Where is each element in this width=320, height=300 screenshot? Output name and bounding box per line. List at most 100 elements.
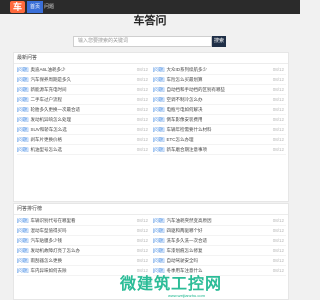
item-tag: [问题] bbox=[17, 147, 29, 152]
list-item[interactable]: [问题] 倒车影像安装费用 08/12 bbox=[153, 115, 286, 125]
list-item[interactable]: [问题] ETC怎么办理 08/12 bbox=[153, 135, 286, 145]
list-item[interactable]: [问题] 大众ID系列续航多少 08/12 bbox=[153, 65, 286, 75]
item-title[interactable]: 车内异味如何去除 bbox=[31, 268, 67, 273]
list-item[interactable]: [问题] 机油型号怎么选 08/12 bbox=[17, 145, 150, 155]
item-tag: [问题] bbox=[17, 238, 29, 243]
list-item[interactable]: [问题] 车辆年检需要什么材料 08/12 bbox=[153, 125, 286, 135]
item-tag: [问题] bbox=[17, 87, 29, 92]
list-item[interactable]: [问题] 汽车贴膜多少钱 08/12 bbox=[17, 236, 150, 246]
item-date: 08/12 bbox=[272, 218, 284, 223]
search-button[interactable]: 搜索 bbox=[212, 36, 226, 47]
item-title[interactable]: 汽车油耗突然变高原因 bbox=[167, 218, 212, 223]
search-input[interactable]: 输入您要搜索的关键词 bbox=[73, 36, 212, 47]
item-tag: [问题] bbox=[17, 77, 29, 82]
item-date: 08/12 bbox=[136, 228, 148, 233]
latest-right-column: [问题] 大众ID系列续航多少 08/12 [问题] 车险怎么买最划算 08/12 [问… bbox=[153, 65, 286, 155]
item-title[interactable]: 混动车型值得买吗 bbox=[31, 228, 67, 233]
item-title[interactable]: 发动机异响怎么处理 bbox=[31, 117, 72, 122]
nav-qa-link[interactable]: 问题 bbox=[44, 1, 54, 13]
item-title[interactable]: 雨刮器怎么更换 bbox=[31, 258, 63, 263]
item-title[interactable]: 刹车片更换价格 bbox=[31, 137, 63, 142]
item-title[interactable]: 奥迪A6L油耗多少 bbox=[31, 67, 66, 72]
list-item[interactable]: [问题] 发动机故障灯亮了怎么办 08/12 bbox=[17, 246, 150, 256]
item-title[interactable]: 车险怎么买最划算 bbox=[167, 77, 203, 82]
panel-title: 问答排行榜 bbox=[14, 204, 288, 215]
item-tag: [问题] bbox=[153, 77, 165, 82]
item-title[interactable]: 空调不制冷怎么办 bbox=[167, 97, 203, 102]
item-date: 08/12 bbox=[272, 137, 284, 142]
item-date: 08/12 bbox=[136, 107, 148, 112]
list-item[interactable]: [问题] 洗车多久洗一次合适 08/12 bbox=[153, 236, 286, 246]
latest-qa-panel: 最新问答 [问题] 奥迪A6L油耗多少 08/12 [问题] 汽车保养周期是多久 08/… bbox=[13, 52, 289, 202]
item-title[interactable]: 大众ID系列续航多少 bbox=[167, 67, 208, 72]
item-date: 08/12 bbox=[136, 147, 148, 152]
item-tag: [问题] bbox=[153, 107, 165, 112]
item-title[interactable]: ETC怎么办理 bbox=[167, 137, 194, 142]
item-title[interactable]: 汽车贴膜多少钱 bbox=[31, 238, 63, 243]
item-title[interactable]: 机油型号怎么选 bbox=[31, 147, 63, 152]
item-date: 08/12 bbox=[136, 127, 148, 132]
list-item[interactable]: [问题] 新能源车充电时间 08/12 bbox=[17, 85, 150, 95]
list-item[interactable]: [问题] 二手车过户流程 08/12 bbox=[17, 95, 150, 105]
item-tag: [问题] bbox=[17, 248, 29, 253]
list-item[interactable]: [问题] 奥迪A6L油耗多少 08/12 bbox=[17, 65, 150, 75]
item-date: 08/12 bbox=[136, 258, 148, 263]
list-item[interactable]: [问题] 刹车片更换价格 08/12 bbox=[17, 135, 150, 145]
item-title[interactable]: 四驱和两驱哪个好 bbox=[167, 228, 203, 233]
list-item[interactable]: [问题] 车险怎么买最划算 08/12 bbox=[153, 75, 286, 85]
item-date: 08/12 bbox=[272, 97, 284, 102]
item-tag: [问题] bbox=[17, 127, 29, 132]
item-title[interactable]: 洗车多久洗一次合适 bbox=[167, 238, 208, 243]
item-date: 08/12 bbox=[272, 248, 284, 253]
list-item[interactable]: [问题] 新车磨合期注意事项 08/12 bbox=[153, 145, 286, 155]
list-item[interactable]: [问题] 汽车油耗突然变高原因 08/12 bbox=[153, 216, 286, 226]
item-tag: [问题] bbox=[17, 97, 29, 102]
list-item[interactable]: [问题] 空调不制冷怎么办 08/12 bbox=[153, 95, 286, 105]
item-date: 08/12 bbox=[136, 238, 148, 243]
item-date: 08/12 bbox=[136, 97, 148, 102]
list-item[interactable]: [问题] 雨刮器怎么更换 08/12 bbox=[17, 256, 150, 266]
item-title[interactable]: 轮胎多久更换一次最合适 bbox=[31, 107, 81, 112]
item-title[interactable]: 倒车影像安装费用 bbox=[167, 117, 203, 122]
item-title[interactable]: 二手车过户流程 bbox=[31, 97, 63, 102]
item-title[interactable]: 车辆年检需要什么材料 bbox=[167, 127, 212, 132]
item-tag: [问题] bbox=[17, 218, 29, 223]
list-item[interactable]: [问题] 车漆划痕怎么修复 08/12 bbox=[153, 246, 286, 256]
item-tag: [问题] bbox=[153, 147, 165, 152]
list-item[interactable]: [问题] 电瓶亏电如何解决 08/12 bbox=[153, 105, 286, 115]
site-logo[interactable]: 车 bbox=[10, 1, 25, 13]
item-tag: [问题] bbox=[153, 218, 165, 223]
list-item[interactable]: [问题] 发动机异响怎么处理 08/12 bbox=[17, 115, 150, 125]
search-bar: 输入您要搜索的关键词 搜索 bbox=[73, 36, 226, 47]
item-title[interactable]: 电瓶亏电如何解决 bbox=[167, 107, 203, 112]
item-title[interactable]: 自动驾驶安全吗 bbox=[167, 258, 199, 263]
item-date: 08/12 bbox=[272, 258, 284, 263]
item-title[interactable]: 新车磨合期注意事项 bbox=[167, 147, 208, 152]
list-item[interactable]: [问题] 车辆识别代号在哪里看 08/12 bbox=[17, 216, 150, 226]
list-item[interactable]: [问题] 自动驾驶安全吗 08/12 bbox=[153, 256, 286, 266]
item-date: 08/12 bbox=[272, 228, 284, 233]
list-item[interactable]: [问题] 四驱和两驱哪个好 08/12 bbox=[153, 226, 286, 236]
item-title[interactable]: 自动挡和手动挡的区别有哪些 bbox=[167, 87, 226, 92]
item-title[interactable]: 车辆识别代号在哪里看 bbox=[31, 218, 76, 223]
item-tag: [问题] bbox=[153, 117, 165, 122]
item-date: 08/12 bbox=[272, 127, 284, 132]
nav-home-link[interactable]: 首页 bbox=[27, 1, 44, 13]
item-tag: [问题] bbox=[17, 117, 29, 122]
list-item[interactable]: [问题] 自动挡和手动挡的区别有哪些 08/12 bbox=[153, 85, 286, 95]
item-title[interactable]: 车漆划痕怎么修复 bbox=[167, 248, 203, 253]
item-title[interactable]: 新能源车充电时间 bbox=[31, 87, 67, 92]
item-date: 08/12 bbox=[136, 117, 148, 122]
item-date: 08/12 bbox=[272, 107, 284, 112]
list-item[interactable]: [问题] SUV和轿车怎么选 08/12 bbox=[17, 125, 150, 135]
top-navigation-bar: 车 首页 问题 bbox=[0, 0, 300, 14]
item-title[interactable]: SUV和轿车怎么选 bbox=[31, 127, 67, 132]
list-item[interactable]: [问题] 汽车保养周期是多久 08/12 bbox=[17, 75, 150, 85]
list-item[interactable]: [问题] 混动车型值得买吗 08/12 bbox=[17, 226, 150, 236]
item-title[interactable]: 汽车保养周期是多久 bbox=[31, 77, 72, 82]
item-title[interactable]: 发动机故障灯亮了怎么办 bbox=[31, 248, 81, 253]
item-date: 08/12 bbox=[136, 67, 148, 72]
list-item[interactable]: [问题] 轮胎多久更换一次最合适 08/12 bbox=[17, 105, 150, 115]
item-tag: [问题] bbox=[17, 268, 29, 273]
item-date: 08/12 bbox=[136, 248, 148, 253]
